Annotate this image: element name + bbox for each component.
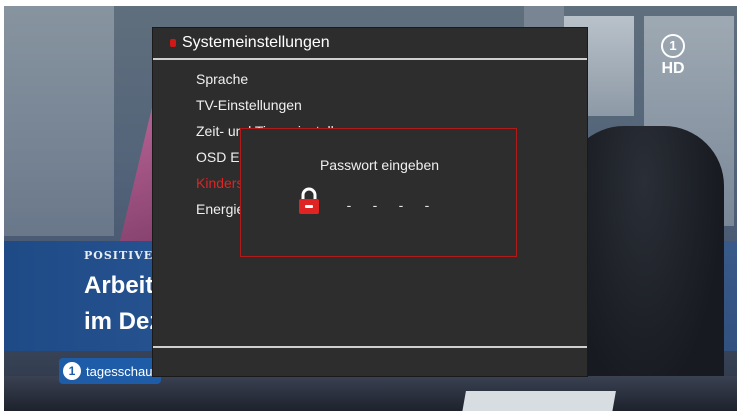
password-dialog: Passwort eingeben - - - - <box>240 128 517 257</box>
lower-third-tag: POSITIVE <box>84 249 154 262</box>
menu-title: Systemeinstellungen <box>182 34 330 51</box>
das-erste-logo-icon: 1 <box>63 362 81 380</box>
red-bullet-icon <box>170 39 176 47</box>
desk-papers <box>462 391 616 411</box>
tagesschau-logo-text: tagesschau <box>86 363 153 379</box>
menu-header: Systemeinstellungen <box>153 28 587 58</box>
channel-badge: 1 HD <box>656 34 690 78</box>
pin-entry-field[interactable]: - - - - <box>336 197 440 213</box>
pin-digit: - <box>372 197 378 213</box>
menu-item-sprache[interactable]: Sprache <box>196 70 373 96</box>
studio-window <box>4 6 114 236</box>
pin-digit: - <box>424 197 430 213</box>
news-anchor <box>564 126 724 406</box>
pin-digit: - <box>398 197 404 213</box>
padlock-icon <box>299 187 319 214</box>
password-prompt: Passwort eingeben <box>319 157 440 173</box>
das-erste-badge-icon: 1 <box>661 34 685 58</box>
header-divider <box>153 58 587 60</box>
menu-item-tv-einstellungen[interactable]: TV-Einstellungen <box>196 96 373 122</box>
footer-divider <box>153 346 587 348</box>
pin-digit: - <box>346 197 352 213</box>
tagesschau-logo: 1 tagesschau <box>59 358 161 384</box>
hd-label: HD <box>661 60 685 77</box>
